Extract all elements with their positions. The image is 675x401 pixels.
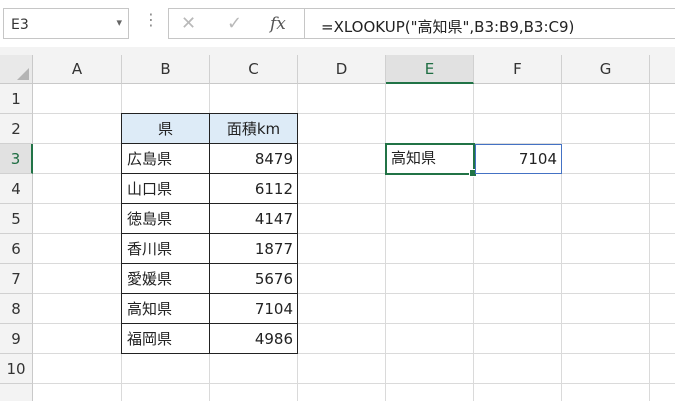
table-cell-prefecture[interactable]: 愛媛県 (122, 264, 210, 294)
lookup-key: 高知県 (391, 149, 437, 167)
column-header-h[interactable] (650, 55, 675, 84)
column-header-b[interactable]: B (122, 55, 210, 84)
lookup-result-cell[interactable]: 7104 (475, 144, 562, 174)
row-header-9[interactable]: 9 (0, 324, 33, 354)
insert-function-icon[interactable]: fx (270, 14, 286, 34)
table-cell-prefecture[interactable]: 高知県 (122, 294, 210, 324)
row-header-3[interactable]: 3 (0, 144, 33, 174)
row-header-5[interactable]: 5 (0, 204, 33, 234)
table-cell-area[interactable]: 4986 (210, 324, 298, 354)
table-cell-prefecture[interactable]: 山口県 (122, 174, 210, 204)
more-options-icon[interactable]: ⋮ (143, 12, 159, 28)
table-cell-area[interactable]: 5676 (210, 264, 298, 294)
row-header-11[interactable] (0, 384, 33, 401)
table-cell-area[interactable]: 7104 (210, 294, 298, 324)
row-header-10[interactable]: 10 (0, 354, 33, 384)
toolbar-separator (0, 47, 675, 55)
table-header-area[interactable]: 面積km (210, 114, 298, 144)
row-header-1[interactable]: 1 (0, 84, 33, 114)
row-header-2[interactable]: 2 (0, 114, 33, 144)
enter-icon[interactable]: ✓ (227, 13, 242, 34)
name-box[interactable]: E3 ▾ (3, 8, 129, 39)
formula-text: =XLOOKUP("高知県",B3:B9,B3:C9) (321, 18, 575, 36)
column-header-e[interactable]: E (386, 55, 474, 84)
formula-buttons: ✕ ✓ fx (168, 8, 305, 39)
table-cell-area[interactable]: 1877 (210, 234, 298, 264)
column-header-c[interactable]: C (210, 55, 298, 84)
name-box-value: E3 (11, 17, 29, 33)
row-header-7[interactable]: 7 (0, 264, 33, 294)
table-cell-prefecture[interactable]: 香川県 (122, 234, 210, 264)
active-cell-e3[interactable]: 高知県 (385, 143, 477, 177)
table-cell-prefecture[interactable]: 広島県 (122, 144, 210, 174)
formula-bar: E3 ▾ ⋮ ✕ ✓ fx =XLOOKUP("高知県",B3:B9,B3:C9… (0, 0, 675, 47)
column-header-d[interactable]: D (298, 55, 386, 84)
table-cell-area[interactable]: 6112 (210, 174, 298, 204)
data-table: 県 面積km 広島県 8479 山口県 6112 徳島県 4147 香川県 18… (121, 113, 298, 354)
column-header-f[interactable]: F (474, 55, 562, 84)
column-header-a[interactable]: A (33, 55, 122, 84)
select-all-icon[interactable] (0, 55, 33, 84)
table-cell-area[interactable]: 4147 (210, 204, 298, 234)
row-header-8[interactable]: 8 (0, 294, 33, 324)
column-header-g[interactable]: G (562, 55, 650, 84)
table-cell-prefecture[interactable]: 徳島県 (122, 204, 210, 234)
table-header-prefecture[interactable]: 県 (122, 114, 210, 144)
dropdown-caret-icon[interactable]: ▾ (116, 16, 122, 29)
cancel-icon[interactable]: ✕ (181, 13, 196, 34)
row-header-4[interactable]: 4 (0, 174, 33, 204)
formula-input[interactable]: =XLOOKUP("高知県",B3:B9,B3:C9) (305, 8, 675, 39)
spreadsheet-grid: A B C D E F G 1 2 3 4 5 6 7 8 9 10 県 面積k… (0, 55, 675, 401)
table-cell-area[interactable]: 8479 (210, 144, 298, 174)
table-cell-prefecture[interactable]: 福岡県 (122, 324, 210, 354)
row-header-6[interactable]: 6 (0, 234, 33, 264)
